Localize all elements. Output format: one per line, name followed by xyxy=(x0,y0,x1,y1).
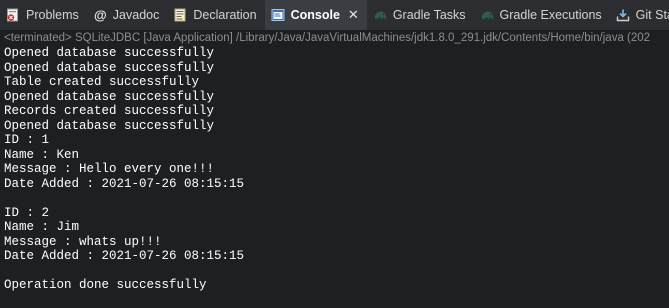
view-tab-bar: Problems @ Javadoc Declaration Console ✕… xyxy=(0,0,669,31)
gradle-elephant-icon xyxy=(480,8,494,22)
tab-git-staging[interactable]: Git Staging xyxy=(610,0,669,30)
tab-label: Javadoc xyxy=(112,8,160,22)
tab-label: Git Staging xyxy=(635,8,669,22)
tab-gradle-executions[interactable]: Gradle Executions xyxy=(474,0,610,30)
console-line: Message : whats up!!! xyxy=(4,234,162,249)
console-icon xyxy=(271,8,285,22)
console-line: Date Added : 2021-07-26 08:15:15 xyxy=(4,249,245,263)
gradle-elephant-icon xyxy=(373,8,387,22)
svg-text:@: @ xyxy=(94,8,107,22)
javadoc-icon: @ xyxy=(93,8,107,22)
console-line: Date Added : 2021-07-26 08:15:15 xyxy=(4,176,245,191)
problems-icon xyxy=(6,8,20,22)
tab-label: Problems xyxy=(26,8,79,22)
eclipse-console-view: Problems @ Javadoc Declaration Console ✕… xyxy=(0,0,669,308)
tab-console[interactable]: Console ✕ xyxy=(264,0,367,30)
tab-problems[interactable]: Problems xyxy=(0,0,87,30)
console-line: Opened database successfully xyxy=(4,118,215,133)
console-line: ID : 1 xyxy=(4,133,50,147)
tab-declaration[interactable]: Declaration xyxy=(167,0,264,30)
console-line: Records created successfully xyxy=(4,104,215,118)
close-tab-icon[interactable]: ✕ xyxy=(348,7,359,23)
console-line: Table created successfully xyxy=(4,75,200,89)
console-output[interactable]: Opened database successfully Opened data… xyxy=(0,46,669,308)
console-line: Name : Jim xyxy=(4,220,80,234)
console-line: Opened database successfully xyxy=(4,60,215,75)
console-line: Opened database successfully xyxy=(4,46,215,60)
console-line: Message : Hello every one!!! xyxy=(4,162,215,176)
tab-label: Console xyxy=(290,8,340,22)
tab-label: Gradle Tasks xyxy=(392,8,466,22)
console-line: Operation done successfully xyxy=(4,278,207,292)
console-line: Opened database successfully xyxy=(4,89,215,104)
console-line: Name : Ken xyxy=(4,147,80,162)
git-staging-icon xyxy=(616,8,630,22)
tab-gradle-tasks[interactable]: Gradle Tasks xyxy=(367,0,474,30)
tab-label: Gradle Executions xyxy=(499,8,602,22)
tab-javadoc[interactable]: @ Javadoc xyxy=(87,0,168,30)
console-line: ID : 2 xyxy=(4,205,50,220)
declaration-icon xyxy=(173,8,187,22)
process-status-line: <terminated> SQLiteJDBC [Java Applicatio… xyxy=(0,31,669,46)
tab-label: Declaration xyxy=(193,8,257,22)
